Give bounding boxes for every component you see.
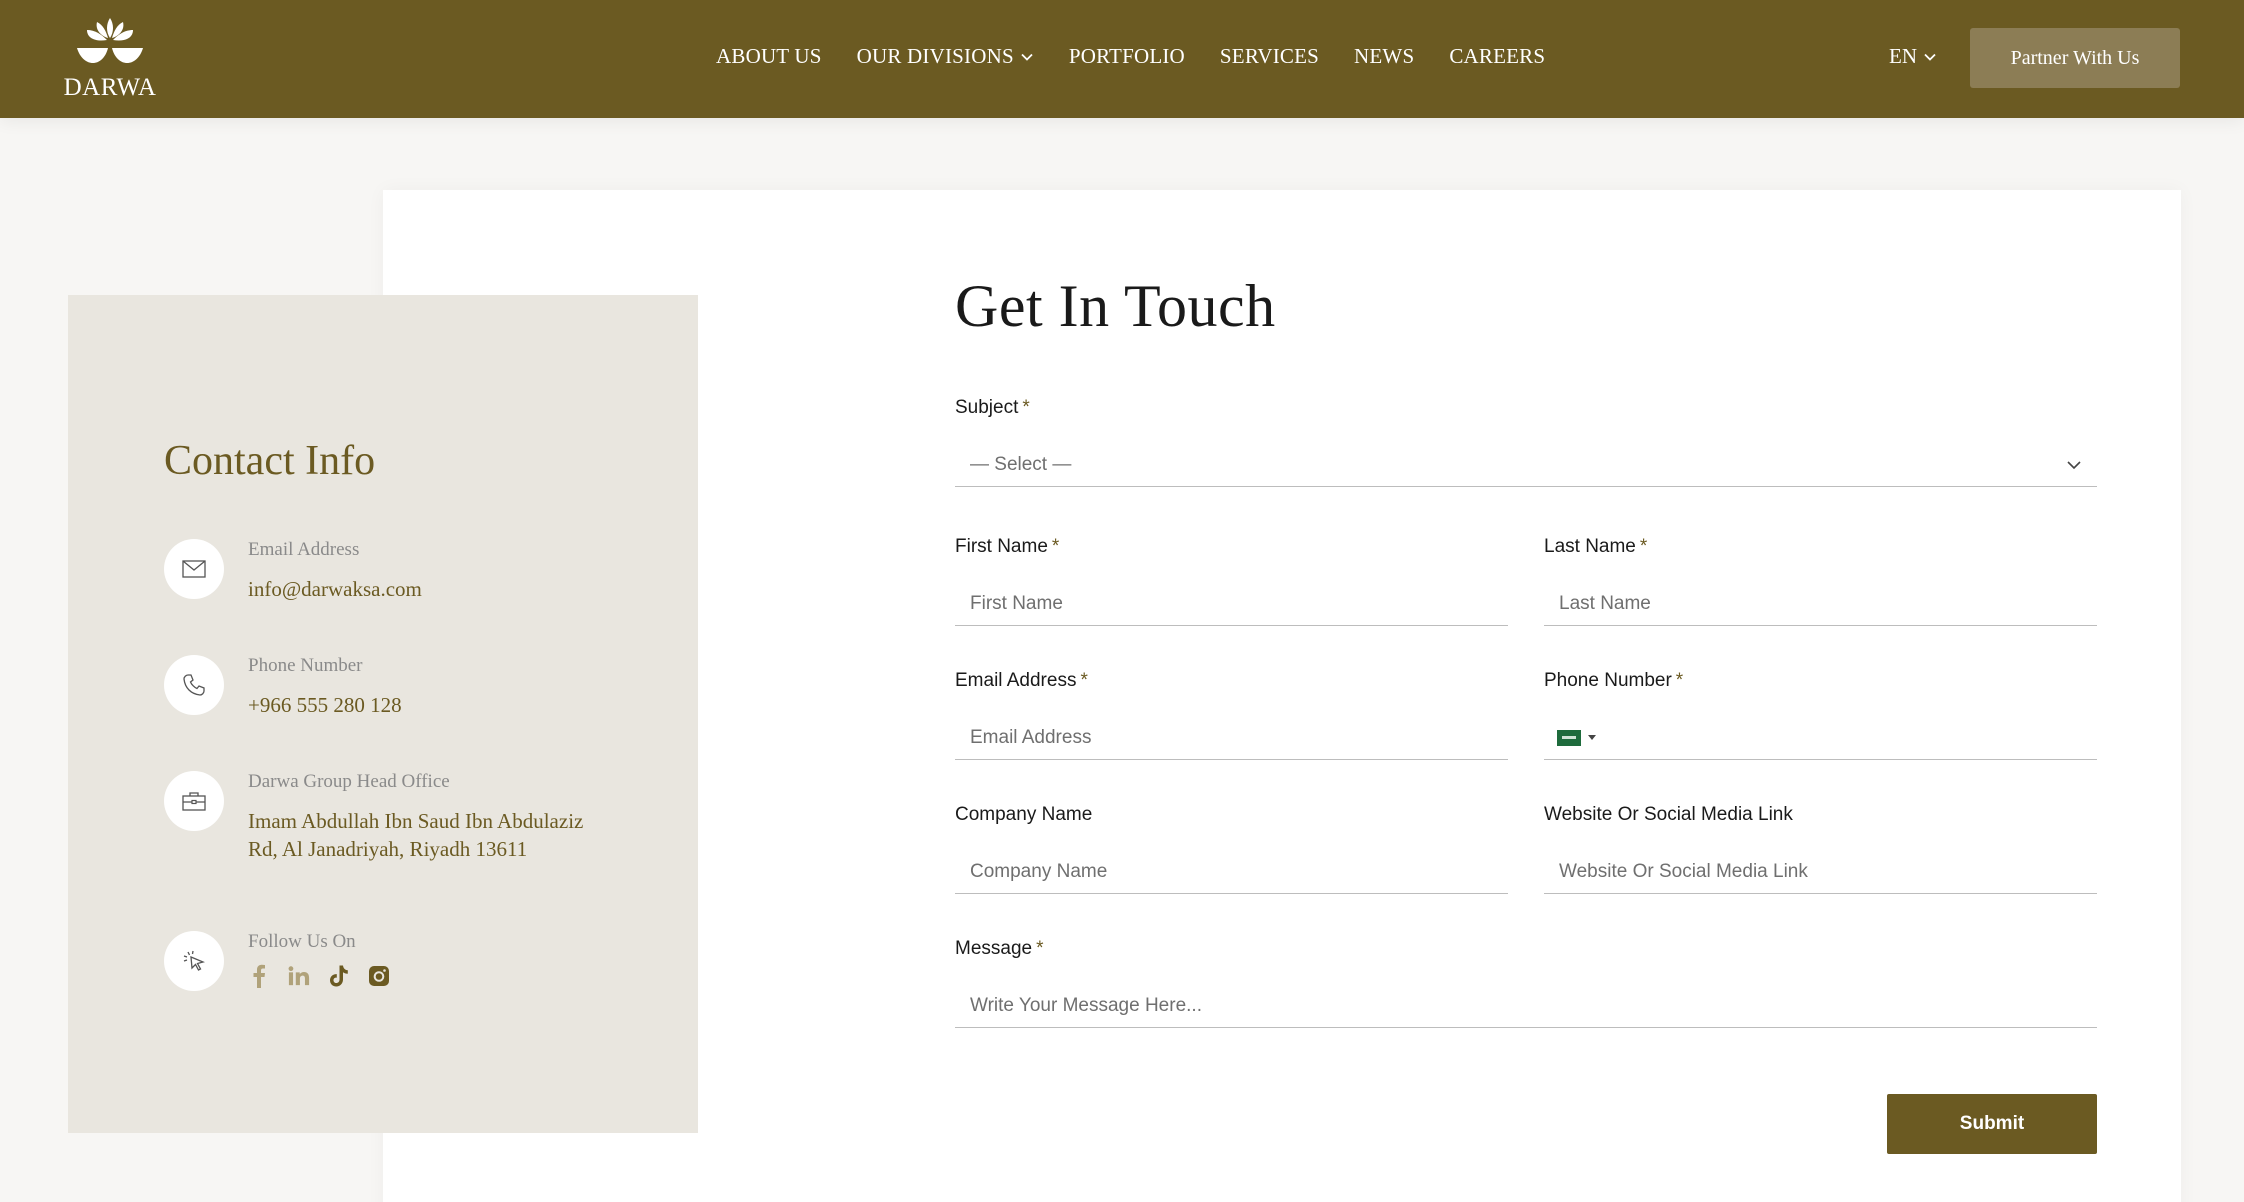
subject-select-value: — Select — bbox=[970, 453, 1072, 475]
first-name-field: First Name * bbox=[955, 536, 1508, 636]
phone-field: Phone Number * bbox=[1544, 670, 2097, 770]
nav-label: PORTFOLIO bbox=[1068, 44, 1185, 68]
instagram-icon[interactable] bbox=[368, 965, 390, 987]
language-selector[interactable]: EN bbox=[1889, 44, 1937, 69]
email-label: Email Address * bbox=[955, 670, 1508, 692]
pointer-icon bbox=[183, 950, 205, 971]
label-text: Subject bbox=[955, 397, 1019, 418]
form-title: Get In Touch bbox=[955, 273, 1276, 339]
tiktok-icon[interactable] bbox=[328, 965, 350, 987]
last-name-label: Last Name * bbox=[1544, 536, 2097, 558]
briefcase-icon bbox=[182, 792, 206, 811]
message-field: Message * bbox=[955, 938, 2097, 1038]
contact-info-title: Contact Info bbox=[164, 438, 376, 484]
label-text: Message bbox=[955, 938, 1033, 959]
contact-email-icon-circle bbox=[164, 539, 224, 599]
company-field: Company Name bbox=[955, 804, 1508, 904]
contact-phone-icon-circle bbox=[164, 655, 224, 715]
envelope-icon bbox=[182, 560, 206, 578]
chevron-down-icon bbox=[1021, 53, 1033, 61]
nav-label: NEWS bbox=[1354, 44, 1415, 68]
facebook-icon[interactable] bbox=[248, 964, 270, 988]
phone-icon bbox=[183, 674, 205, 696]
required-mark: * bbox=[1036, 938, 1044, 959]
label-text: Email Address bbox=[955, 670, 1077, 691]
email-field: Email Address * bbox=[955, 670, 1508, 770]
last-name-field: Last Name * bbox=[1544, 536, 2097, 636]
nav-label: OUR DIVISIONS bbox=[856, 44, 1014, 68]
subject-select[interactable]: — Select — bbox=[955, 443, 2097, 487]
nav-services[interactable]: SERVICES bbox=[1220, 44, 1319, 69]
logo-text: DARWA bbox=[63, 74, 157, 101]
required-mark: * bbox=[1675, 670, 1684, 691]
email-input[interactable] bbox=[955, 716, 1508, 760]
phone-label: Phone Number * bbox=[1544, 670, 2097, 692]
linkedin-icon[interactable] bbox=[288, 965, 310, 987]
nav-label: SERVICES bbox=[1219, 44, 1320, 68]
contact-follow-label: Follow Us On bbox=[248, 931, 356, 952]
label-text: Phone Number bbox=[1544, 670, 1672, 691]
language-label: EN bbox=[1889, 44, 1917, 68]
darwa-logo-icon bbox=[77, 18, 143, 63]
nav-portfolio[interactable]: PORTFOLIO bbox=[1069, 44, 1185, 69]
main-nav: ABOUT US OUR DIVISIONS PORTFOLIO SERVICE… bbox=[716, 44, 1545, 69]
partner-with-us-button[interactable]: Partner With Us bbox=[1970, 28, 2180, 88]
nav-careers[interactable]: CAREERS bbox=[1449, 44, 1545, 69]
label-text: Website Or Social Media Link bbox=[1544, 804, 1793, 825]
website-label: Website Or Social Media Link bbox=[1544, 804, 2097, 826]
nav-label: ABOUT US bbox=[716, 44, 822, 68]
company-input[interactable] bbox=[955, 850, 1508, 894]
contact-email-value[interactable]: info@darwaksa.com bbox=[248, 575, 608, 603]
social-links bbox=[248, 964, 390, 988]
subject-label: Subject * bbox=[955, 397, 2097, 419]
saudi-flag-icon[interactable] bbox=[1557, 729, 1581, 746]
first-name-label: First Name * bbox=[955, 536, 1508, 558]
caret-down-icon[interactable] bbox=[1587, 734, 1597, 742]
contact-follow-icon-circle bbox=[164, 931, 224, 991]
nav-our-divisions[interactable]: OUR DIVISIONS bbox=[857, 44, 1034, 69]
label-text: Company Name bbox=[955, 804, 1093, 825]
subject-field: Subject * — Select — bbox=[955, 397, 2097, 501]
required-mark: * bbox=[1080, 670, 1088, 691]
top-navbar: DARWA ABOUT US OUR DIVISIONS PORTFOLIO S… bbox=[0, 0, 2244, 118]
message-label: Message * bbox=[955, 938, 2097, 960]
company-label: Company Name bbox=[955, 804, 1508, 826]
last-name-input[interactable] bbox=[1544, 582, 2097, 626]
required-mark: * bbox=[1022, 397, 1030, 418]
nav-label: CAREERS bbox=[1449, 44, 1546, 68]
website-input[interactable] bbox=[1544, 850, 2097, 894]
logo[interactable]: DARWA bbox=[60, 14, 160, 106]
contact-office-icon-circle bbox=[164, 771, 224, 831]
nav-about-us[interactable]: ABOUT US bbox=[716, 44, 822, 69]
label-text: First Name bbox=[955, 536, 1048, 557]
first-name-input[interactable] bbox=[955, 582, 1508, 626]
submit-button[interactable]: Submit bbox=[1887, 1094, 2097, 1154]
required-mark: * bbox=[1051, 536, 1060, 557]
required-mark: * bbox=[1639, 536, 1648, 557]
contact-email-label: Email Address bbox=[248, 539, 360, 560]
label-text: Last Name bbox=[1544, 536, 1636, 557]
nav-news[interactable]: NEWS bbox=[1354, 44, 1414, 69]
contact-phone-value[interactable]: +966 555 280 128 bbox=[248, 691, 608, 719]
contact-office-address: Imam Abdullah Ibn Saud Ibn Abdulaziz Rd,… bbox=[248, 809, 584, 861]
chevron-down-icon bbox=[2067, 460, 2081, 469]
contact-office-label: Darwa Group Head Office bbox=[248, 771, 450, 792]
chevron-down-icon bbox=[1924, 53, 1936, 61]
contact-info-panel: Contact Info Email Address info@darwaksa… bbox=[68, 295, 698, 1133]
phone-input[interactable] bbox=[1544, 716, 2097, 760]
message-input[interactable] bbox=[955, 984, 2097, 1028]
website-field: Website Or Social Media Link bbox=[1544, 804, 2097, 904]
contact-phone-label: Phone Number bbox=[248, 655, 363, 676]
